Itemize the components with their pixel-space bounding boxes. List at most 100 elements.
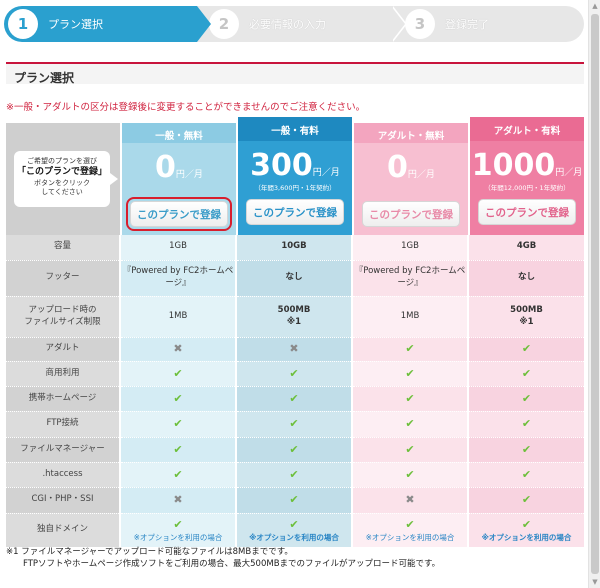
check-icon-cell: ✔ (119, 411, 236, 438)
feature-value: 『Powered by FC2ホームページ』 (351, 260, 468, 297)
plan-price-note (122, 184, 236, 193)
check-icon: ✔ (173, 442, 183, 456)
plan-header-row: ご希望のプランを選び 「このプランで登録」 ボタンをクリック してください 一般… (6, 117, 584, 235)
feature-row: アダルト ✖ ✖ ✔ ✔ (6, 337, 584, 362)
plan-name: アダルト・有料 (470, 117, 584, 141)
step-complete: 3 登録完了 (391, 6, 584, 42)
plan-price-note: （年間3,600円・1年契約） (254, 184, 336, 192)
vertical-scrollbar[interactable]: ▲ ▼ (588, 0, 600, 588)
bubble-line: してください (41, 188, 83, 197)
plan-price: 1000円／月 (471, 148, 583, 183)
register-general-paid-button[interactable]: このプランで登録 (246, 199, 344, 225)
check-icon: ✔ (521, 391, 532, 405)
check-icon-cell: ✔ (235, 437, 352, 463)
check-icon-cell: ✔ (467, 411, 584, 438)
plan-adult-free: アダルト・無料 0円／月 このプランで登録 (354, 123, 468, 235)
registration-stepper: 1 プラン選択 2 必要情報の入力 3 登録完了 (4, 6, 584, 42)
check-icon: ✔ (521, 366, 532, 380)
check-icon: ✔ (173, 417, 183, 431)
check-icon: ✔ (405, 391, 415, 405)
check-icon-cell: ✔ ※オプションを利用の場合 (235, 513, 352, 548)
feature-table: 容量 1GB 10GB 1GB 4GB フッター 『Powered by FC2ホームページ… (6, 235, 584, 548)
check-icon-cell: ✔ (467, 487, 584, 514)
footnote: ※1 ファイルマネージャーでアップロード可能なファイルは8MBまでです。 FTP… (6, 546, 440, 571)
check-icon: ✔ (289, 467, 299, 481)
check-icon-cell: ✔ (119, 386, 236, 412)
feature-label: ファイルマネージャー (6, 437, 120, 463)
feature-value: 4GB (467, 235, 584, 261)
intro-cell: ご希望のプランを選び 「このプランで登録」 ボタンをクリック してください (6, 123, 120, 235)
check-icon: ✔ (405, 366, 415, 380)
check-icon-cell: ✔ (351, 437, 468, 463)
plan-name: 一般・有料 (238, 117, 352, 141)
step-number: 3 (405, 9, 435, 39)
check-icon: ✔ (289, 517, 299, 531)
scroll-up-arrow-icon[interactable]: ▲ (591, 2, 599, 10)
check-icon: ✔ (405, 342, 415, 356)
step-number: 2 (209, 9, 239, 39)
feature-label: アップロード時の ファイルサイズ制限 (6, 296, 120, 338)
feature-label: FTP接続 (6, 411, 120, 438)
feature-label: アダルト (6, 337, 120, 362)
check-icon: ✔ (405, 517, 415, 531)
check-icon-cell: ✔ (235, 386, 352, 412)
feature-label: CGI・PHP・SSI (6, 487, 120, 514)
cross-icon-cell: ✖ (119, 337, 236, 362)
option-note: ※オプションを利用の場合 (365, 532, 455, 542)
feature-value: 1GB (351, 235, 468, 261)
check-icon: ✔ (521, 493, 532, 507)
check-icon: ✔ (521, 342, 532, 356)
cross-icon: ✖ (289, 342, 299, 356)
check-icon-cell: ✔ ※オプションを利用の場合 (467, 513, 584, 548)
scroll-down-arrow-icon[interactable]: ▼ (591, 578, 599, 586)
plan-price: 0円／月 (155, 150, 203, 185)
plan-price: 0円／月 (387, 150, 435, 185)
check-icon-cell: ✔ ※オプションを利用の場合 (351, 513, 468, 548)
cross-icon: ✖ (173, 342, 183, 356)
plan-price: 300円／月 (250, 148, 340, 183)
check-icon-cell: ✔ (467, 462, 584, 488)
feature-row: ファイルマネージャー ✔ ✔ ✔ ✔ (6, 437, 584, 463)
check-icon: ✔ (289, 493, 299, 507)
check-icon-cell: ✔ (467, 386, 584, 412)
check-icon: ✔ (405, 467, 415, 481)
check-icon-cell: ✔ (351, 337, 468, 362)
step-label: 登録完了 (445, 18, 489, 31)
check-icon: ✔ (521, 417, 532, 431)
check-icon: ✔ (289, 391, 299, 405)
feature-row: CGI・PHP・SSI ✖ ✔ ✖ ✔ (6, 487, 584, 514)
check-icon: ✔ (173, 467, 183, 481)
check-icon-cell: ✔ (119, 462, 236, 488)
check-icon: ✔ (289, 366, 299, 380)
step-label: プラン選択 (48, 18, 103, 31)
feature-value: 1MB (351, 296, 468, 338)
footnote-line: ※1 ファイルマネージャーでアップロード可能なファイルは8MBまでです。 (6, 547, 293, 557)
step-input-info: 2 必要情報の入力 (197, 6, 407, 42)
plan-name: アダルト・無料 (354, 123, 468, 143)
register-adult-free-button[interactable]: このプランで登録 (362, 201, 460, 227)
feature-value: 『Powered by FC2ホームページ』 (119, 260, 236, 297)
feature-value: 500MB ※1 (235, 296, 352, 338)
register-general-free-button[interactable]: このプランで登録 (130, 201, 228, 227)
check-icon: ✔ (173, 391, 183, 405)
cross-icon-cell: ✖ (119, 487, 236, 514)
section-title: プラン選択 (6, 62, 584, 85)
option-note: ※オプションを利用の場合 (481, 532, 572, 542)
register-adult-paid-button[interactable]: このプランで登録 (478, 199, 576, 225)
check-icon-cell: ✔ (119, 437, 236, 463)
footnote-line: FTPソフトやホームページ作成ソフトをご利用の場合、最大500MBまでのファイル… (23, 559, 441, 570)
feature-label: 独自ドメイン (6, 513, 120, 548)
instruction-bubble: ご希望のプランを選び 「このプランで登録」 ボタンをクリック してください (14, 151, 118, 207)
feature-value: 10GB (235, 235, 352, 261)
check-icon-cell: ✔ (235, 487, 352, 514)
feature-row: 容量 1GB 10GB 1GB 4GB (6, 235, 584, 261)
feature-row: .htaccess ✔ ✔ ✔ ✔ (6, 462, 584, 488)
feature-label: フッター (6, 260, 120, 297)
adult-category-notice: ※一般・アダルトの区分は登録後に変更することができませんのでご注意ください。 (6, 102, 366, 113)
plan-comparison: ご希望のプランを選び 「このプランで登録」 ボタンをクリック してください 一般… (6, 117, 584, 548)
check-icon: ✔ (289, 417, 299, 431)
feature-row: 商用利用 ✔ ✔ ✔ ✔ (6, 361, 584, 387)
scrollbar-thumb[interactable] (591, 14, 599, 574)
check-icon-cell: ✔ (235, 462, 352, 488)
check-icon-cell: ✔ (467, 337, 584, 362)
